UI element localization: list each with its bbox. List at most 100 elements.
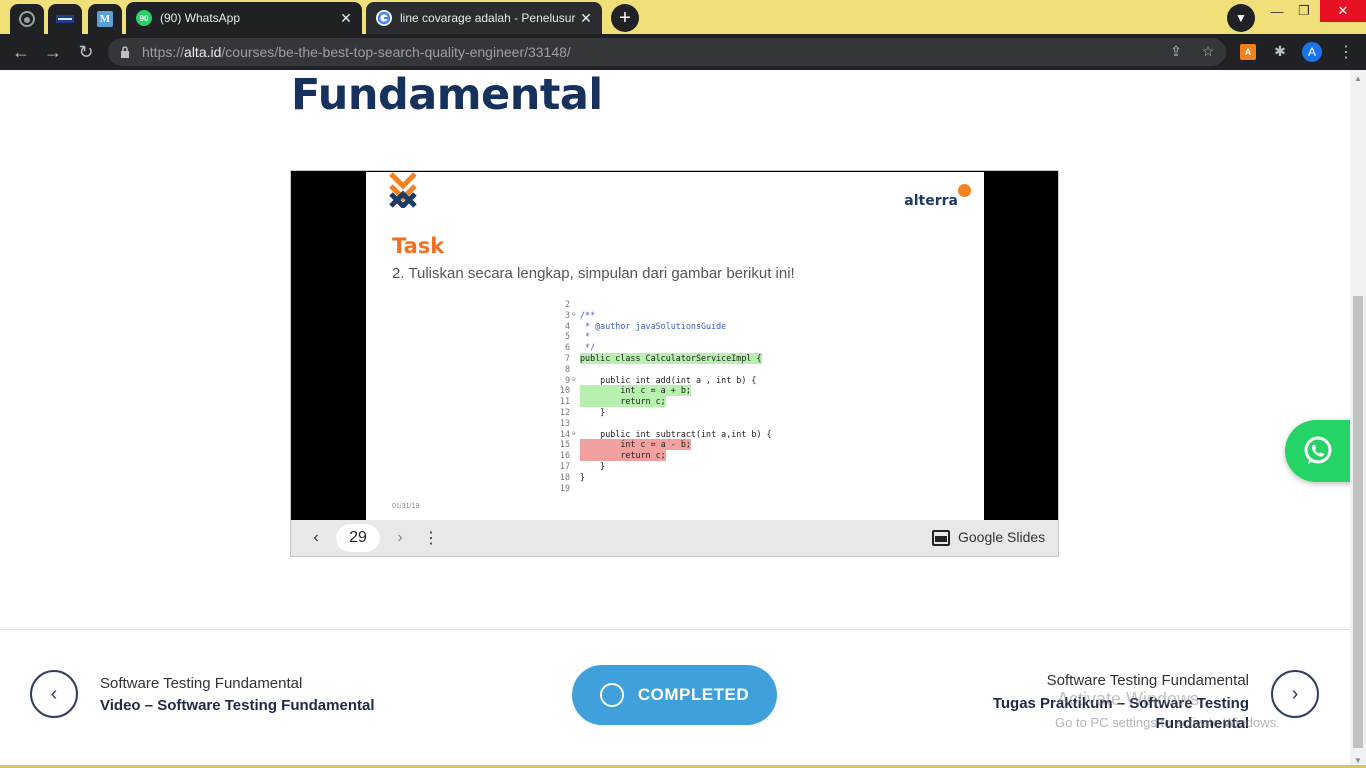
page-scrollbar[interactable]: ▲ ▼ bbox=[1350, 70, 1366, 768]
previous-slide-button[interactable]: ‹ bbox=[307, 528, 325, 548]
url-text: https://alta.id/courses/be-the-best-top-… bbox=[142, 44, 571, 60]
code-line-number: 19 bbox=[559, 482, 570, 493]
tab-strip: M 90 (90) WhatsApp ✕ line covarage adala… bbox=[0, 0, 1366, 34]
share-icon[interactable]: ⇪ bbox=[1166, 41, 1186, 61]
whatsapp-tab-icon: 90 bbox=[136, 10, 152, 26]
code-line-number: 8 bbox=[564, 363, 570, 374]
slide-date: 01/31/19 bbox=[392, 503, 420, 510]
code-line: 7 public class CalculatorServiceImpl { bbox=[552, 352, 792, 364]
code-line: 16 return c; bbox=[552, 450, 792, 461]
code-line: 17 } bbox=[552, 461, 792, 472]
tab-github[interactable] bbox=[10, 4, 44, 34]
completed-label: COMPLETED bbox=[637, 685, 750, 704]
next-lesson-button[interactable]: › bbox=[1271, 670, 1319, 718]
code-line-number: 16 bbox=[559, 450, 570, 461]
code-line: 18} bbox=[552, 472, 792, 483]
code-line-text: public class CalculatorServiceImpl { bbox=[580, 352, 762, 364]
tab-pinned-m[interactable]: M bbox=[88, 4, 122, 34]
tab-google-search[interactable]: line covarage adalah - Penelusuran ✕ bbox=[366, 2, 602, 34]
close-window-button[interactable]: ✕ bbox=[1320, 0, 1366, 22]
code-line: 9 ⊖ public int add(int a , int b) { bbox=[552, 375, 792, 386]
chevron-right-icon: › bbox=[1291, 682, 1299, 705]
code-line-number: 12 bbox=[559, 406, 570, 417]
activate-windows-subtext: Go to PC settings to activate Windows. bbox=[1055, 715, 1280, 730]
tab-title: line covarage adalah - Penelusuran bbox=[400, 11, 576, 25]
code-line-number: 11 bbox=[559, 396, 570, 407]
divider bbox=[0, 629, 1350, 630]
slides-more-options-icon[interactable]: ⋮ bbox=[423, 528, 439, 548]
fold-marker-icon bbox=[572, 321, 580, 332]
code-line: 4 * @author javaSolutionsGuide bbox=[552, 321, 792, 332]
slide-page-number[interactable]: 29 bbox=[336, 524, 380, 552]
fold-marker-icon bbox=[572, 353, 580, 364]
previous-lesson-button[interactable]: ‹ bbox=[30, 670, 78, 718]
code-line-text: return c; bbox=[580, 396, 666, 407]
scrollbar-thumb[interactable] bbox=[1353, 296, 1363, 748]
code-line: 12 } bbox=[552, 407, 792, 418]
slides-control-bar: ‹ 29 › ⋮ Google Slides bbox=[291, 520, 1058, 556]
browser-menu-icon[interactable]: ⋮ bbox=[1336, 40, 1356, 64]
bookmark-star-icon[interactable]: ☆ bbox=[1198, 41, 1218, 61]
tab-title: (90) WhatsApp bbox=[160, 11, 241, 25]
code-line-text: */ bbox=[580, 342, 596, 353]
code-line-number: 10 bbox=[559, 385, 570, 396]
fold-marker-icon: ⊖ bbox=[572, 310, 576, 318]
code-line: 15 int c = a - b; bbox=[552, 439, 792, 451]
google-slides-link[interactable]: Google Slides bbox=[958, 529, 1045, 545]
code-line-number: 6 bbox=[564, 342, 570, 353]
close-tab-icon[interactable]: ✕ bbox=[576, 10, 596, 27]
chevron-down-icon: ▼ bbox=[1235, 11, 1247, 25]
previous-lesson-course[interactable]: Software Testing Fundamental bbox=[100, 675, 302, 692]
close-tab-icon[interactable]: ✕ bbox=[336, 10, 356, 27]
fold-marker-icon bbox=[572, 299, 580, 310]
code-line-text: * bbox=[580, 331, 591, 342]
slide-heading: Task bbox=[392, 234, 445, 258]
code-line-number: 5 bbox=[564, 331, 570, 342]
next-slide-button[interactable]: › bbox=[391, 528, 409, 548]
page-content: Fundamental alterra Task 2. Tuliskan sec… bbox=[0, 70, 1350, 768]
alterra-dot-icon bbox=[958, 184, 971, 197]
fold-marker-icon bbox=[572, 407, 580, 418]
tab-search-button[interactable]: ▼ bbox=[1227, 4, 1255, 32]
google-slides-icon[interactable] bbox=[932, 530, 950, 546]
fold-marker-icon bbox=[572, 418, 580, 429]
code-line-number: 2 bbox=[564, 299, 570, 309]
google-slides-embed[interactable]: alterra Task 2. Tuliskan secara lengkap,… bbox=[290, 170, 1059, 557]
profile-avatar[interactable]: A bbox=[1302, 42, 1322, 62]
browser-toolbar: ← → ↻ https://alta.id/courses/be-the-bes… bbox=[0, 34, 1366, 70]
code-line-text: * @author javaSolutionsGuide bbox=[580, 320, 727, 331]
tab-whatsapp[interactable]: 90 (90) WhatsApp ✕ bbox=[126, 2, 362, 34]
restore-button[interactable]: ❐ bbox=[1284, 0, 1324, 22]
previous-lesson-title[interactable]: Video – Software Testing Fundamental bbox=[100, 697, 375, 714]
fold-marker-icon bbox=[572, 385, 580, 396]
code-line-number: 7 bbox=[564, 352, 570, 363]
tab-pinned-site[interactable] bbox=[48, 4, 82, 34]
scroll-up-icon[interactable]: ▲ bbox=[1350, 70, 1366, 86]
alterra-logo-text: alterra bbox=[904, 193, 958, 209]
code-line-number: 14 bbox=[559, 428, 570, 439]
mark-completed-button[interactable]: COMPLETED bbox=[572, 665, 777, 725]
chevron-left-icon: ‹ bbox=[50, 682, 58, 705]
code-line: 10 int c = a + b; bbox=[552, 385, 792, 397]
fold-marker-icon bbox=[572, 472, 580, 483]
extension-a-icon[interactable]: A bbox=[1240, 44, 1256, 60]
whatsapp-icon bbox=[1304, 436, 1332, 464]
fold-marker-icon bbox=[572, 461, 580, 472]
code-line-number: 4 bbox=[564, 320, 570, 331]
next-lesson-course[interactable]: Software Testing Fundamental bbox=[1047, 672, 1249, 689]
new-tab-button[interactable]: + bbox=[611, 4, 639, 32]
back-button[interactable]: ← bbox=[9, 40, 33, 64]
whatsapp-chat-button[interactable] bbox=[1285, 420, 1350, 482]
chevron-right-icon: › bbox=[397, 529, 403, 546]
fold-marker-icon bbox=[572, 483, 580, 494]
lock-icon bbox=[121, 46, 129, 58]
address-bar[interactable]: https://alta.id/courses/be-the-best-top-… bbox=[108, 38, 1226, 66]
extensions-puzzle-icon[interactable]: ✱ bbox=[1270, 41, 1290, 61]
code-line-text: /** bbox=[580, 309, 596, 320]
fold-marker-icon bbox=[572, 439, 580, 450]
fold-marker-icon: ⊖ bbox=[572, 429, 576, 437]
forward-button[interactable]: → bbox=[41, 40, 65, 64]
reload-button[interactable]: ↻ bbox=[74, 40, 98, 64]
code-line-text: } bbox=[580, 406, 606, 417]
fold-marker-icon bbox=[572, 450, 580, 461]
